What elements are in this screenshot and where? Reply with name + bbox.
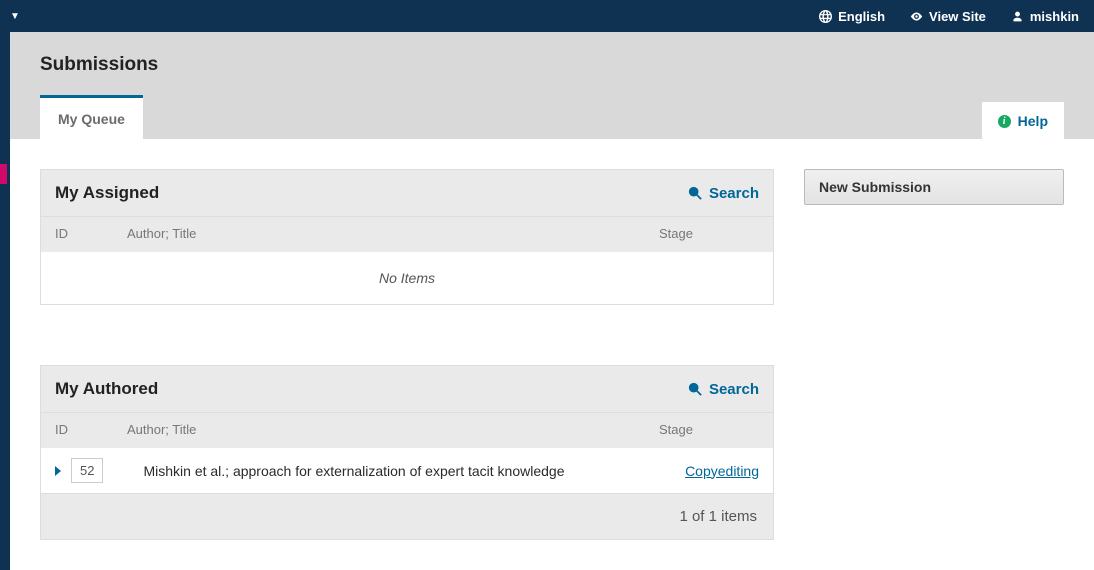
help-label: Help [1018,113,1048,129]
table-row[interactable]: 52 Mishkin et al.; approach for external… [41,448,773,493]
submission-id-badge: 52 [71,458,103,483]
assigned-empty-message: No Items [41,252,773,304]
new-submission-button[interactable]: New Submission [804,169,1064,205]
authored-columns: ID Author; Title Stage [41,412,773,448]
col-id-header: ID [55,422,127,437]
eye-icon [910,10,923,23]
topbar: ▼ English View Site mishkin [0,0,1094,32]
stage-link[interactable]: Copyediting [685,463,759,479]
col-stage-header: Stage [659,226,759,241]
user-menu[interactable]: mishkin [1011,9,1079,24]
col-id-header: ID [55,226,127,241]
tabs: My Queue [40,94,143,139]
authored-title: My Authored [55,379,158,399]
assigned-search-button[interactable]: Search [688,185,759,202]
my-assigned-panel: My Assigned Search ID Author; Title Stag… [40,169,774,305]
view-site-link[interactable]: View Site [910,9,986,24]
assigned-title: My Assigned [55,183,159,203]
col-stage-header: Stage [659,422,759,437]
help-button[interactable]: i Help [982,102,1064,140]
info-icon: i [998,115,1011,128]
tab-my-queue[interactable]: My Queue [40,95,143,140]
search-icon [688,186,702,200]
view-site-label: View Site [929,9,986,24]
search-label: Search [709,381,759,398]
sidebar-active-marker [0,164,7,184]
collapsed-sidebar [0,32,10,570]
language-selector[interactable]: English [819,9,885,24]
globe-icon [819,10,832,23]
page-title: Submissions [40,54,1064,76]
authored-footer: 1 of 1 items [41,493,773,539]
assigned-columns: ID Author; Title Stage [41,216,773,252]
my-authored-panel: My Authored Search ID Author; Title Stag… [40,365,774,540]
site-dropdown-caret-icon[interactable]: ▼ [10,11,20,22]
user-icon [1011,10,1024,23]
expand-caret-icon[interactable] [55,466,61,476]
search-label: Search [709,185,759,202]
language-label: English [838,9,885,24]
authored-search-button[interactable]: Search [688,381,759,398]
col-author-header: Author; Title [127,226,659,241]
username-label: mishkin [1030,9,1079,24]
col-author-header: Author; Title [127,422,659,437]
submission-title: Mishkin et al.; approach for externaliza… [143,463,685,479]
search-icon [688,382,702,396]
